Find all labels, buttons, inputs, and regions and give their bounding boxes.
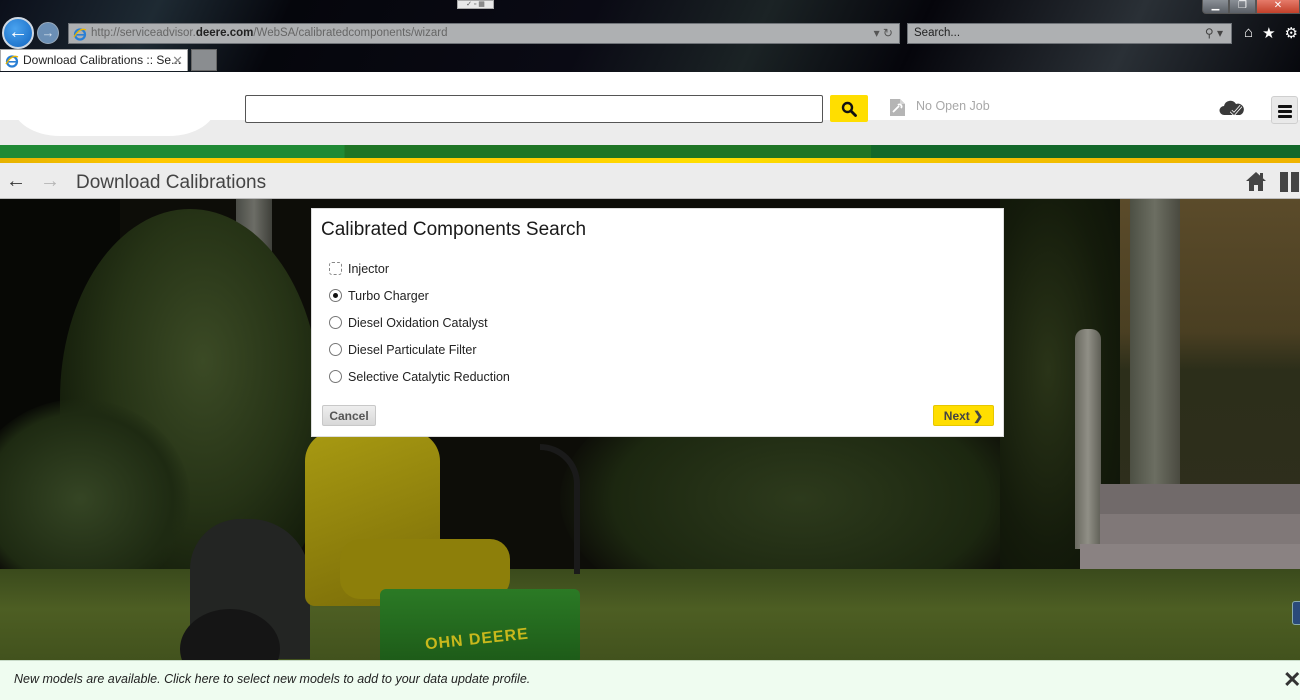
menu-line (1278, 115, 1292, 118)
option-diesel-particulate-filter[interactable]: Diesel Particulate Filter (329, 336, 510, 363)
global-search-input[interactable] (245, 95, 823, 123)
back-arrow-icon[interactable]: ← (6, 170, 26, 193)
gear-icon[interactable]: ⚙ (1285, 24, 1298, 42)
option-label: Selective Catalytic Reduction (348, 369, 510, 384)
radio-injector[interactable] (329, 262, 342, 275)
restore-button[interactable]: ❐ (1229, 0, 1256, 14)
search-icon (841, 101, 857, 117)
browser-forward-button[interactable]: → (37, 22, 59, 44)
radio-turbo-charger[interactable] (329, 289, 342, 302)
address-bar[interactable]: http://serviceadvisor.deere.com/WebSA/ca… (68, 23, 900, 44)
tab-close-icon[interactable]: ✕ (172, 50, 183, 71)
app-header: No Open Job (0, 72, 1300, 145)
component-options: Injector Turbo Charger Diesel Oxidation … (329, 255, 510, 390)
next-button[interactable]: Next ❯ (933, 405, 994, 426)
pause-bar (1291, 172, 1299, 192)
snap-widget[interactable]: ✓ ▫ ▦ (457, 0, 494, 9)
cloud-sync-check-icon[interactable] (1219, 99, 1245, 117)
search-icon[interactable]: ⚲ ▾ (1205, 24, 1223, 43)
browser-search-placeholder: Search... (914, 27, 961, 39)
radio-diesel-particulate-filter[interactable] (329, 343, 342, 356)
browser-back-button[interactable]: ← (2, 17, 34, 49)
mower-body (380, 589, 580, 660)
radio-diesel-oxidation-catalyst[interactable] (329, 316, 342, 329)
job-status: No Open Job (916, 99, 990, 113)
global-search-button[interactable] (830, 95, 868, 122)
cancel-button[interactable]: Cancel (322, 405, 376, 426)
menu-line (1278, 110, 1292, 113)
option-label: Turbo Charger (348, 288, 429, 303)
ie-logo-icon (73, 28, 87, 41)
close-icon[interactable]: ✕ (1283, 667, 1300, 693)
option-selective-catalytic-reduction[interactable]: Selective Catalytic Reduction (329, 363, 510, 390)
option-label: Diesel Oxidation Catalyst (348, 315, 488, 330)
dialog-title: Calibrated Components Search (321, 219, 587, 240)
job-wrench-icon (890, 99, 905, 116)
page-title: Download Calibrations (76, 172, 267, 193)
home-icon[interactable]: ⌂ (1244, 24, 1253, 42)
url-path: /WebSA/calibratedcomponents/wizard (253, 27, 448, 39)
mower-lever (540, 444, 580, 574)
minimize-button[interactable]: ▁ (1202, 0, 1229, 14)
browser-chrome: ✓ ▫ ▦ ▁ ❐ ✕ ← → http://serviceadvisor.de… (0, 0, 1300, 72)
menu-line (1278, 105, 1292, 108)
home-icon[interactable] (1245, 171, 1267, 191)
window-controls: ▁ ❐ ✕ (1202, 0, 1300, 16)
browser-search-input[interactable]: Search... ⚲ ▾ (907, 23, 1232, 44)
logo-area (12, 88, 217, 136)
tab-title: Download Calibrations :: Se... (23, 53, 182, 67)
option-turbo-charger[interactable]: Turbo Charger (329, 282, 510, 309)
address-tools-icon[interactable]: ▾ ↻ (874, 24, 893, 43)
pause-bar (1280, 172, 1288, 192)
option-injector[interactable]: Injector (329, 255, 510, 282)
option-label: Diesel Particulate Filter (348, 342, 477, 357)
favorites-star-icon[interactable]: ★ (1262, 24, 1275, 42)
option-diesel-oxidation-catalyst[interactable]: Diesel Oxidation Catalyst (329, 309, 510, 336)
url-domain: deere.com (195, 27, 254, 39)
browser-toolbar: ⌂ ★ ⚙ (1244, 24, 1298, 42)
new-tab-button[interactable] (191, 49, 217, 71)
close-window-button[interactable]: ✕ (1256, 0, 1300, 14)
notification-bar: New models are available. Click here to … (0, 660, 1300, 700)
option-label: Injector (348, 261, 389, 276)
new-models-link[interactable]: New models are available. Click here to … (14, 672, 530, 686)
breadcrumb-bar: ← → Download Calibrations (0, 163, 1300, 199)
pause-icon[interactable] (1280, 172, 1300, 192)
radio-selective-catalytic-reduction[interactable] (329, 370, 342, 383)
ie-logo-icon (5, 55, 19, 68)
hamburger-menu-button[interactable] (1271, 96, 1298, 124)
scene-step (1100, 484, 1300, 514)
brand-green-stripe (0, 145, 1300, 158)
browser-tab-active[interactable]: Download Calibrations :: Se... ✕ (0, 49, 188, 71)
forward-arrow-icon[interactable]: → (40, 170, 60, 193)
side-feedback-tab[interactable] (1292, 601, 1300, 625)
scene-rail-post (1075, 329, 1101, 549)
url-prefix: http://serviceadvisor. (91, 27, 196, 39)
calibrated-components-dialog: Calibrated Components Search Injector Tu… (311, 208, 1004, 437)
